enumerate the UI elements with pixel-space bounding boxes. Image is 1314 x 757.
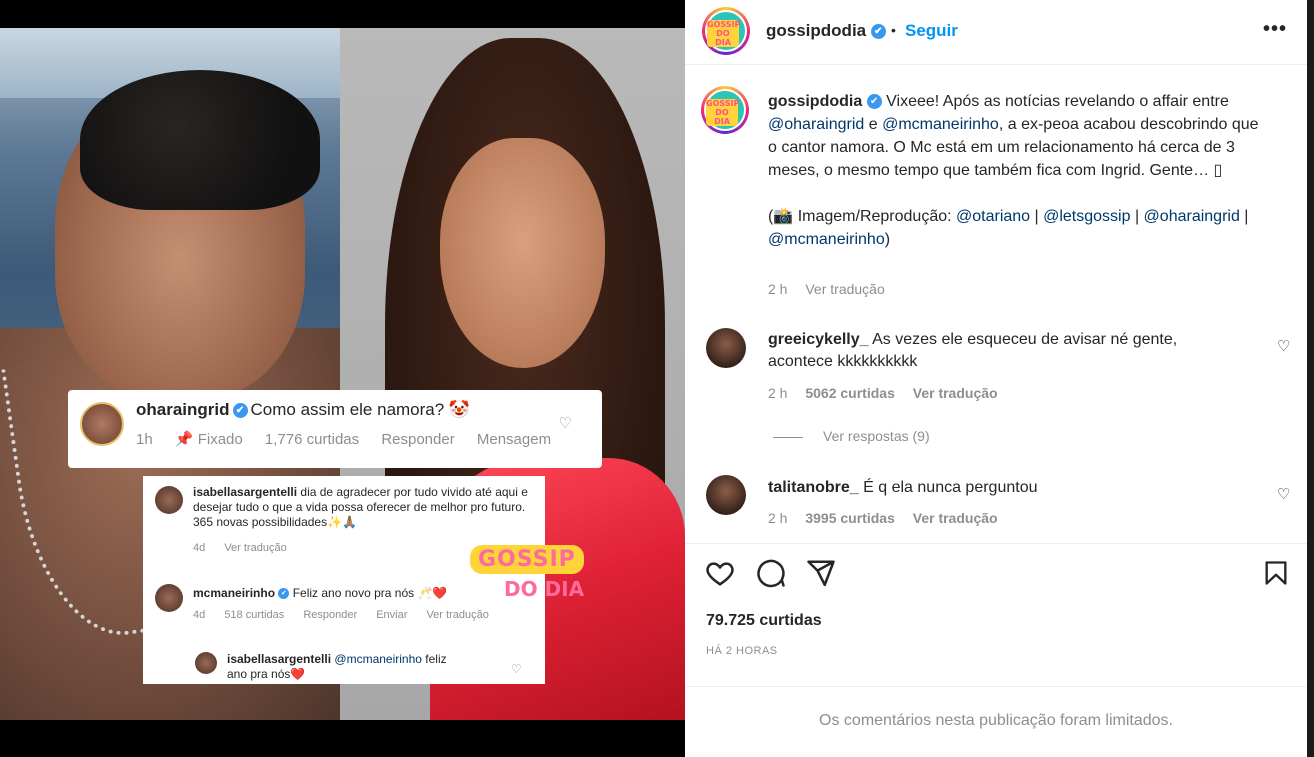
comment-username: oharaingrid — [136, 400, 230, 419]
avatar — [195, 652, 217, 674]
likes-count[interactable]: 79.725 curtidas — [706, 612, 822, 630]
comment-icon[interactable] — [756, 558, 786, 588]
post-header: GOSSIP DO DIA gossipdodia ✔ • Seguir ••• — [685, 0, 1307, 65]
mention-link[interactable]: @letsgossip — [1043, 208, 1130, 225]
verified-icon: ✔ — [278, 588, 290, 600]
comment-avatar[interactable] — [706, 328, 746, 368]
avatar — [155, 584, 183, 612]
comment-username: mcmaneirinho — [193, 586, 276, 600]
divider — [685, 686, 1307, 687]
view-replies-button[interactable]: Ver respostas (9) — [773, 428, 930, 444]
like-comment-icon[interactable]: ♡ — [1277, 485, 1290, 503]
comment: talitanobre_ É q ela nunca perguntou — [768, 477, 1238, 499]
comment-username: isabellasargentelli — [227, 652, 332, 666]
gossip-watermark: GOSSIP DO DIA — [470, 545, 605, 603]
mention-link[interactable]: @oharaingrid — [1144, 208, 1240, 225]
like-icon[interactable] — [705, 558, 735, 588]
verified-icon: ✔ — [232, 403, 248, 419]
caption-meta: 2 h Ver tradução — [768, 281, 899, 297]
heart-icon: ♡ — [558, 415, 572, 432]
translate-link[interactable]: Ver tradução — [805, 281, 884, 297]
post-details-panel: GOSSIP DO DIA gossipdodia ✔ • Seguir •••… — [685, 0, 1314, 757]
verified-icon: ✔ — [870, 24, 886, 40]
comment-username[interactable]: talitanobre_ — [768, 479, 859, 496]
profile-username[interactable]: gossipdodia — [766, 21, 866, 40]
more-options-icon[interactable]: ••• — [1263, 18, 1287, 41]
comment-avatar[interactable] — [706, 475, 746, 515]
mention-link[interactable]: @mcmaneirinho — [768, 231, 885, 248]
comment: greeicykelly_ As vezes ele esqueceu de a… — [768, 329, 1238, 373]
avatar — [155, 486, 183, 514]
save-icon[interactable] — [1262, 558, 1290, 588]
post-caption: gossipdodia ✔ Vixeee! Após as notícias r… — [768, 93, 1259, 248]
window-edge — [1307, 0, 1314, 757]
comment-meta: 2 h 5062 curtidas Ver tradução — [768, 385, 998, 401]
mention-link[interactable]: @mcmaneirinho — [882, 116, 999, 133]
heart-icon: ♡ — [511, 662, 522, 676]
post-media[interactable]: oharaingrid ✔ Como assim ele namora? 🤡 1h … — [0, 0, 685, 757]
comments-limited-notice: Os comentários nesta publicação foram li… — [819, 712, 1173, 729]
translate-link[interactable]: Ver tradução — [913, 510, 998, 526]
screenshot-comment-card: oharaingrid ✔ Como assim ele namora? 🤡 1h … — [68, 390, 602, 468]
comment-text: É q ela nunca perguntou — [858, 479, 1038, 496]
caption-username[interactable]: gossipdodia — [768, 93, 862, 110]
separator-dot: • — [891, 22, 896, 38]
comment-text: Como assim ele namora? 🤡 — [250, 400, 471, 419]
caption-time: 2 h — [768, 281, 788, 297]
comment-likes[interactable]: 5062 curtidas — [805, 385, 895, 401]
comment-meta: 1h 📌 Fixado 1,776 curtidas Responder Men… — [136, 431, 552, 448]
verified-icon: ✔ — [866, 94, 882, 110]
mention: @mcmaneirinho — [331, 652, 422, 666]
share-icon[interactable] — [806, 558, 836, 588]
like-comment-icon[interactable]: ♡ — [1277, 337, 1290, 355]
follow-button[interactable]: Seguir — [905, 21, 958, 41]
avatar — [80, 402, 124, 446]
comment-username[interactable]: greeicykelly_ — [768, 331, 869, 348]
comment-username: isabellasargentelli — [193, 485, 298, 499]
translate-link[interactable]: Ver tradução — [913, 385, 998, 401]
post-time: HÁ 2 HORAS — [706, 645, 778, 657]
comment-likes[interactable]: 3995 curtidas — [805, 510, 895, 526]
comment-text: Feliz ano novo pra nós 🥂❤️ — [289, 586, 448, 600]
comment-meta: 2 h 3995 curtidas Ver tradução — [768, 510, 998, 526]
profile-avatar[interactable]: GOSSIP DO DIA — [702, 7, 750, 55]
mention-link[interactable]: @otariano — [956, 208, 1030, 225]
mention-link[interactable]: @oharaingrid — [768, 116, 864, 133]
caption-avatar[interactable]: GOSSIP DO DIA — [701, 86, 749, 134]
divider — [685, 543, 1307, 544]
